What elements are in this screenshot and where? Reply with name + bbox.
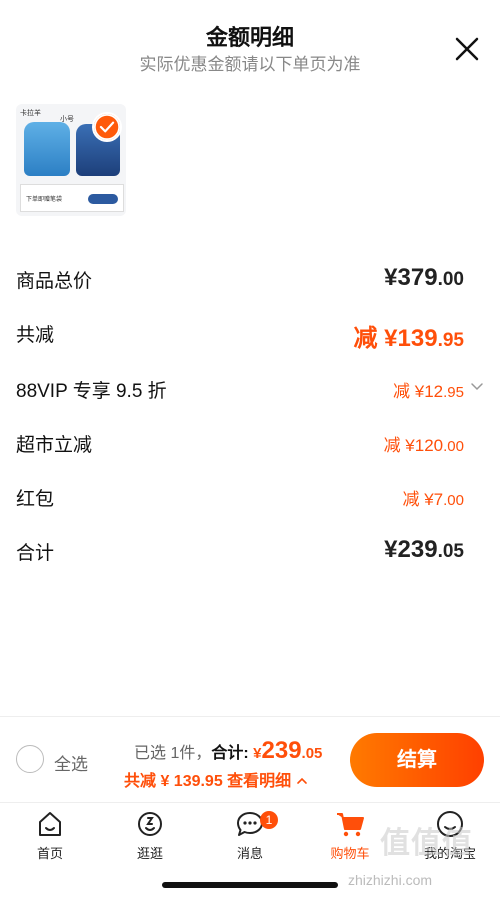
row-total-price: 商品总价 ¥379.00 [16, 264, 484, 298]
checkout-bar: 全选 已选 1件，合计: ¥239.05 共减 ¥ 139.95 查看明细 结算 [0, 716, 500, 802]
vip-discount-value: 减 ¥12.95 [393, 382, 464, 401]
chevron-up-icon [296, 777, 307, 784]
total-discount-value: 减 ¥139.95 [353, 325, 464, 352]
tab-home[interactable]: 首页 [10, 809, 90, 863]
message-badge: 1 [260, 811, 278, 829]
pencil-case-image [88, 194, 118, 204]
row-sum: 合计 ¥239.05 [16, 536, 484, 570]
sum-label: 合计 [16, 543, 55, 564]
select-all-radio[interactable] [16, 745, 44, 773]
sum-caption: 合计: [211, 745, 249, 762]
sum-value: ¥239.05 [384, 536, 464, 563]
product-brand: 卡拉羊 [20, 110, 41, 117]
cart-icon [337, 813, 364, 837]
home-indicator[interactable] [162, 882, 338, 888]
tab-cart[interactable]: 购物车 [310, 809, 390, 863]
gift-text: 下单即赠笔袋 [26, 197, 63, 203]
watermark-logo: 值值值 [380, 827, 473, 860]
view-details-link[interactable]: 共减 ¥ 139.95 查看明细 [124, 767, 308, 791]
sheet-title: 金额明细 [205, 25, 294, 50]
sheet-header: 金额明细 实际优惠金额请以下单页为准 [0, 0, 500, 90]
red-packet-value: 减 ¥7.00 [402, 490, 464, 509]
vip-discount-label: 88VIP 专享 9.5 折 [16, 381, 167, 402]
total-discount-label: 共减 [16, 325, 55, 346]
selected-check-icon[interactable] [92, 112, 122, 142]
row-red-packet: 红包 减 ¥7.00 [16, 482, 484, 516]
checkout-button[interactable]: 结算 [350, 733, 484, 787]
sheet-subtitle: 实际优惠金额请以下单页为准 [139, 55, 361, 74]
select-all-label[interactable]: 全选 [54, 750, 88, 775]
backpack-front-image [24, 122, 70, 176]
tab-browse[interactable]: 逛逛 [110, 809, 190, 863]
bottom-sum-price: ¥239.05 [253, 737, 323, 764]
tab-messages[interactable]: 1 消息 [210, 809, 290, 863]
market-discount-value: 减 ¥120.00 [383, 436, 464, 455]
row-total-discount: 共减 减 ¥139.95 [16, 318, 484, 352]
watermark-url: zhizhizhi.com [348, 872, 433, 888]
market-discount-label: 超市立减 [16, 435, 93, 456]
selected-count: 已选 1件， [134, 745, 212, 762]
chevron-down-icon[interactable] [470, 380, 484, 394]
home-icon [39, 812, 61, 836]
close-icon[interactable] [454, 36, 480, 62]
row-vip-discount[interactable]: 88VIP 专享 9.5 折 减 ¥12.95 [16, 374, 484, 408]
total-price-value: ¥379.00 [384, 264, 464, 291]
amount-detail-sheet: { "header": { "title": "金额明细", "subtitle… [0, 0, 500, 899]
selection-summary: 已选 1件，合计: ¥239.05 [134, 737, 322, 765]
red-packet-label: 红包 [16, 489, 55, 510]
total-price-label: 商品总价 [16, 271, 93, 292]
browse-icon [138, 812, 162, 836]
row-market-discount: 超市立减 减 ¥120.00 [16, 428, 484, 462]
